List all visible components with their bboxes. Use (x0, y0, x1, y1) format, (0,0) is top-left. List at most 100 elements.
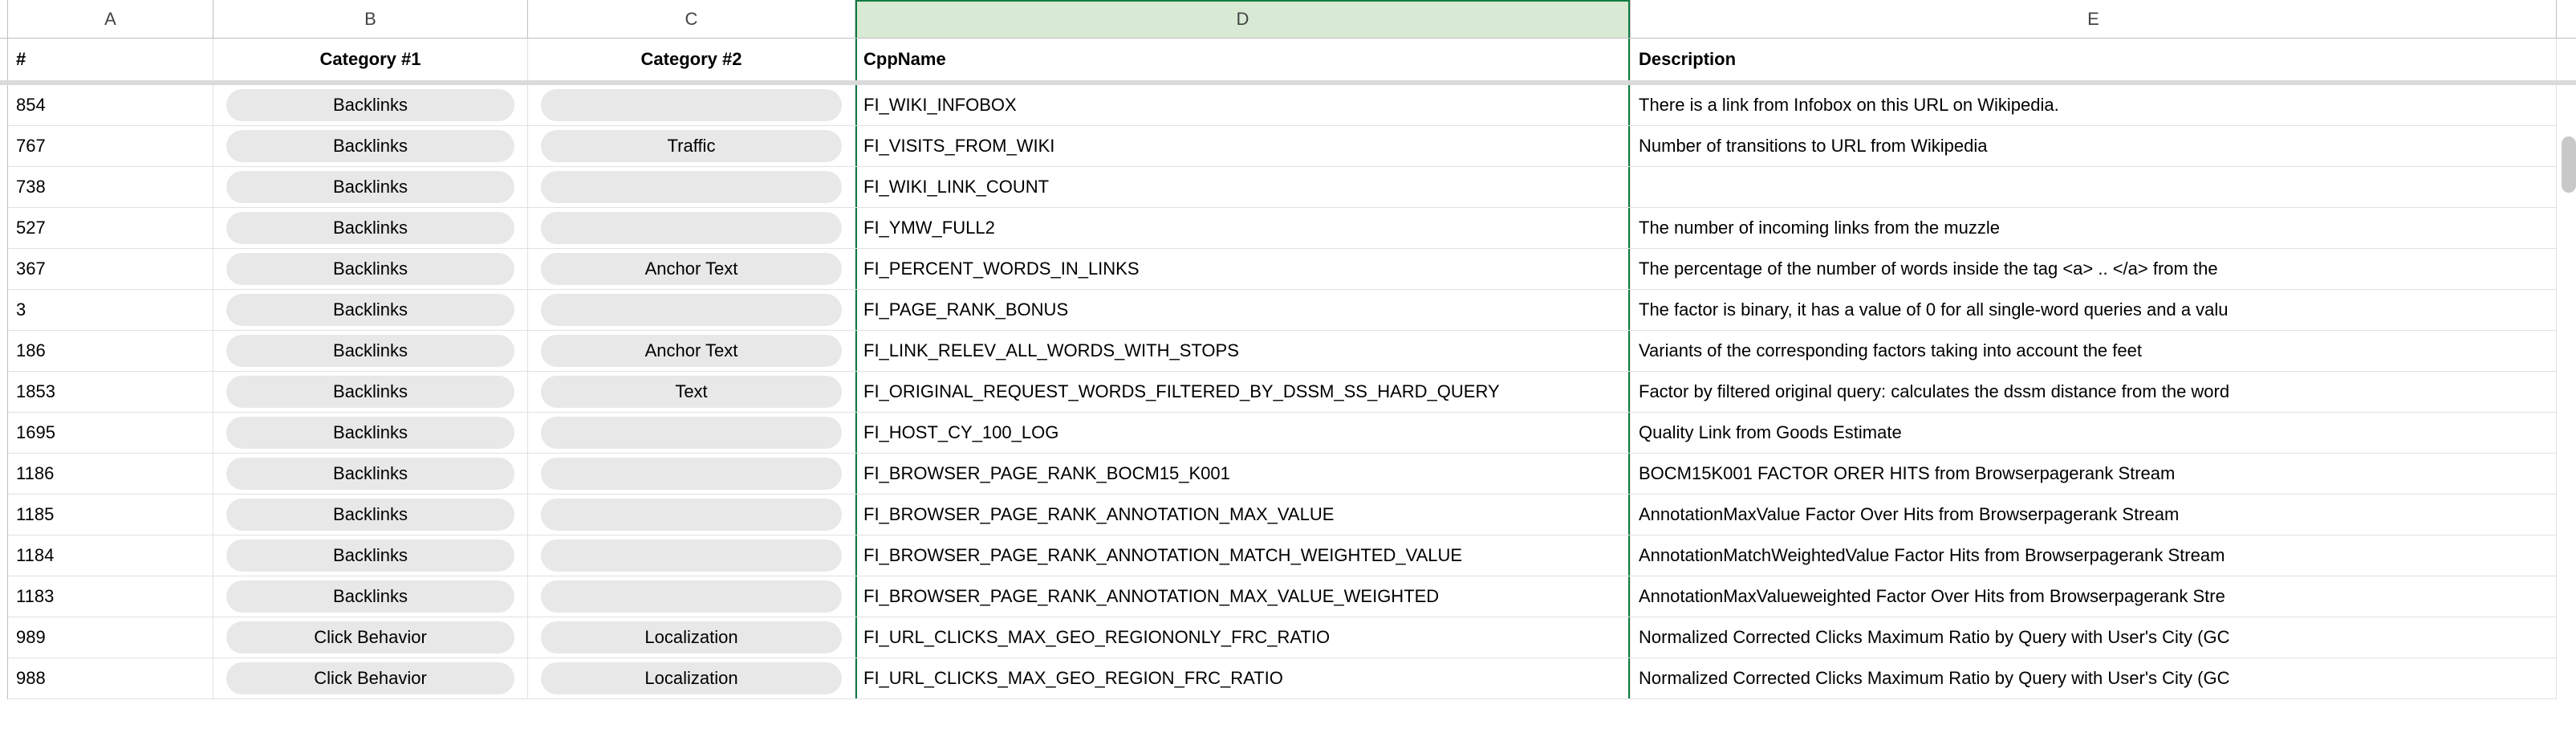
column-header-B[interactable]: B (213, 0, 528, 38)
cell-desc[interactable]: The percentage of the number of words in… (1631, 249, 2557, 290)
category-chip[interactable] (541, 417, 842, 449)
header-cell-num[interactable]: # (8, 39, 213, 80)
cell-cat2[interactable]: Traffic (528, 126, 855, 167)
cell-desc[interactable]: The factor is binary, it has a value of … (1631, 290, 2557, 331)
cell-num[interactable]: 989 (8, 617, 213, 658)
cell-num[interactable]: 988 (8, 658, 213, 699)
cell-cat2[interactable] (528, 495, 855, 535)
cell-desc[interactable]: Quality Link from Goods Estimate (1631, 413, 2557, 454)
category-chip[interactable] (541, 458, 842, 490)
row-number-gutter[interactable] (0, 167, 8, 208)
cell-cat1[interactable]: Click Behavior (213, 617, 528, 658)
row-number-gutter[interactable] (0, 576, 8, 617)
cell-cat1[interactable]: Click Behavior (213, 658, 528, 699)
cell-desc[interactable]: Normalized Corrected Clicks Maximum Rati… (1631, 658, 2557, 699)
category-chip[interactable]: Backlinks (226, 335, 514, 367)
cell-desc[interactable]: Factor by filtered original query: calcu… (1631, 372, 2557, 413)
category-chip[interactable]: Backlinks (226, 458, 514, 490)
cell-cppname[interactable]: FI_PAGE_RANK_BONUS (855, 290, 1631, 331)
cell-num[interactable]: 854 (8, 85, 213, 126)
row-number-gutter[interactable] (0, 39, 8, 80)
header-cell-desc[interactable]: Description (1631, 39, 2557, 80)
category-chip[interactable] (541, 171, 842, 203)
cell-cppname[interactable]: FI_WIKI_INFOBOX (855, 85, 1631, 126)
cell-cat1[interactable]: Backlinks (213, 454, 528, 495)
cell-cppname[interactable]: FI_BROWSER_PAGE_RANK_ANNOTATION_MATCH_WE… (855, 535, 1631, 576)
cell-cat2[interactable] (528, 208, 855, 249)
category-chip[interactable] (541, 539, 842, 572)
row-number-gutter[interactable] (0, 658, 8, 699)
cell-cat1[interactable]: Backlinks (213, 290, 528, 331)
category-chip[interactable] (541, 89, 842, 121)
category-chip[interactable]: Backlinks (226, 539, 514, 572)
row-number-gutter[interactable] (0, 290, 8, 331)
cell-cat1[interactable]: Backlinks (213, 535, 528, 576)
cell-cat2[interactable]: Localization (528, 617, 855, 658)
category-chip[interactable]: Anchor Text (541, 335, 842, 367)
cell-desc[interactable]: Variants of the corresponding factors ta… (1631, 331, 2557, 372)
cell-cat1[interactable]: Backlinks (213, 372, 528, 413)
category-chip[interactable]: Backlinks (226, 580, 514, 613)
cell-cppname[interactable]: FI_BROWSER_PAGE_RANK_BOCM15_K001 (855, 454, 1631, 495)
row-number-gutter[interactable] (0, 617, 8, 658)
cell-cppname[interactable]: FI_BROWSER_PAGE_RANK_ANNOTATION_MAX_VALU… (855, 576, 1631, 617)
cell-cppname[interactable]: FI_URL_CLICKS_MAX_GEO_REGIONONLY_FRC_RAT… (855, 617, 1631, 658)
row-number-gutter[interactable] (0, 495, 8, 535)
cell-num[interactable]: 1186 (8, 454, 213, 495)
cell-desc[interactable]: BOCM15K001 FACTOR ORER HITS from Browser… (1631, 454, 2557, 495)
cell-cppname[interactable]: FI_VISITS_FROM_WIKI (855, 126, 1631, 167)
cell-num[interactable]: 1185 (8, 495, 213, 535)
row-number-gutter[interactable] (0, 331, 8, 372)
row-number-gutter[interactable] (0, 85, 8, 126)
cell-num[interactable]: 186 (8, 331, 213, 372)
row-number-gutter[interactable] (0, 535, 8, 576)
row-number-gutter[interactable] (0, 454, 8, 495)
cell-cat1[interactable]: Backlinks (213, 576, 528, 617)
category-chip[interactable]: Traffic (541, 130, 842, 162)
cell-desc[interactable]: AnnotationMatchWeightedValue Factor Hits… (1631, 535, 2557, 576)
cell-cat2[interactable] (528, 413, 855, 454)
cell-cat2[interactable] (528, 290, 855, 331)
cell-cppname[interactable]: FI_LINK_RELEV_ALL_WORDS_WITH_STOPS (855, 331, 1631, 372)
cell-cppname[interactable]: FI_BROWSER_PAGE_RANK_ANNOTATION_MAX_VALU… (855, 495, 1631, 535)
column-header-C[interactable]: C (528, 0, 855, 38)
cell-cat2[interactable] (528, 535, 855, 576)
category-chip[interactable] (541, 212, 842, 244)
category-chip[interactable]: Click Behavior (226, 662, 514, 694)
row-number-gutter[interactable] (0, 413, 8, 454)
row-number-gutter[interactable] (0, 372, 8, 413)
category-chip[interactable]: Backlinks (226, 130, 514, 162)
cell-cppname[interactable]: FI_WIKI_LINK_COUNT (855, 167, 1631, 208)
cell-num[interactable]: 3 (8, 290, 213, 331)
cell-cat1[interactable]: Backlinks (213, 413, 528, 454)
cell-cat1[interactable]: Backlinks (213, 249, 528, 290)
cell-cppname[interactable]: FI_HOST_CY_100_LOG (855, 413, 1631, 454)
cell-cppname[interactable]: FI_YMW_FULL2 (855, 208, 1631, 249)
cell-desc[interactable]: AnnotationMaxValueweighted Factor Over H… (1631, 576, 2557, 617)
cell-num[interactable]: 1184 (8, 535, 213, 576)
vertical-scrollbar[interactable] (2562, 136, 2576, 193)
header-cell-cat2[interactable]: Category #2 (528, 39, 855, 80)
category-chip[interactable] (541, 294, 842, 326)
cell-cat1[interactable]: Backlinks (213, 331, 528, 372)
category-chip[interactable]: Backlinks (226, 294, 514, 326)
cell-cat2[interactable] (528, 85, 855, 126)
category-chip[interactable]: Backlinks (226, 376, 514, 408)
category-chip[interactable]: Anchor Text (541, 253, 842, 285)
cell-cat2[interactable] (528, 576, 855, 617)
category-chip[interactable]: Backlinks (226, 212, 514, 244)
cell-num[interactable]: 367 (8, 249, 213, 290)
category-chip[interactable]: Localization (541, 621, 842, 653)
cell-num[interactable]: 1695 (8, 413, 213, 454)
cell-num[interactable]: 1853 (8, 372, 213, 413)
cell-cat2[interactable] (528, 454, 855, 495)
cell-desc[interactable]: The number of incoming links from the mu… (1631, 208, 2557, 249)
column-header-D[interactable]: D (855, 0, 1631, 38)
column-header-A[interactable]: A (8, 0, 213, 38)
cell-num[interactable]: 527 (8, 208, 213, 249)
cell-cat1[interactable]: Backlinks (213, 167, 528, 208)
cell-desc[interactable]: Number of transitions to URL from Wikipe… (1631, 126, 2557, 167)
category-chip[interactable]: Backlinks (226, 89, 514, 121)
category-chip[interactable] (541, 580, 842, 613)
cell-num[interactable]: 767 (8, 126, 213, 167)
